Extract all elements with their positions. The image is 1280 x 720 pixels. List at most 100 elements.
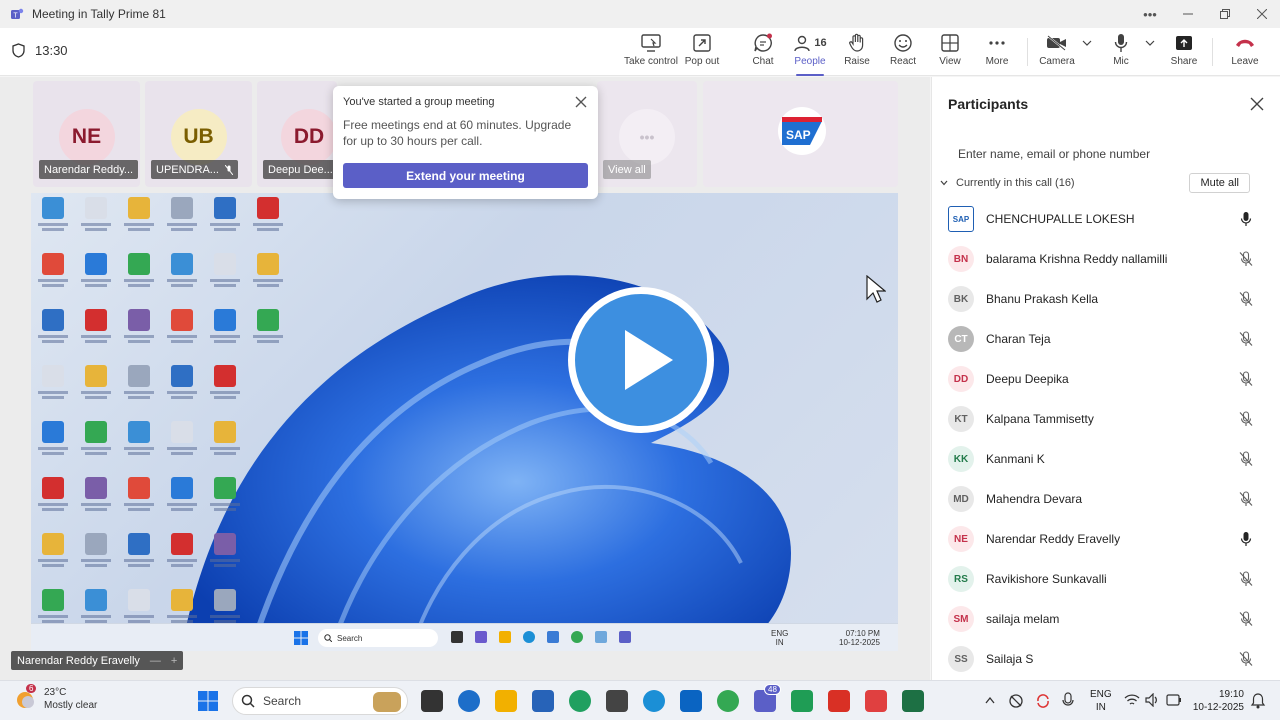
chevron-up-icon[interactable] bbox=[985, 697, 995, 704]
mic-off-icon[interactable] bbox=[1238, 371, 1254, 387]
windows-start-icon[interactable] bbox=[198, 691, 218, 711]
desktop-icon bbox=[162, 477, 202, 511]
mic-off-icon[interactable] bbox=[1238, 331, 1254, 347]
participant-row[interactable]: MD Mahendra Devara bbox=[948, 479, 1266, 519]
pdf-icon[interactable] bbox=[828, 690, 850, 712]
share-button[interactable]: Share bbox=[1170, 32, 1198, 72]
view-button[interactable]: View bbox=[937, 32, 963, 72]
view-all-tile[interactable]: ••• View all bbox=[597, 81, 697, 187]
desktop-icon bbox=[248, 309, 288, 343]
close-window-icon[interactable] bbox=[1244, 0, 1280, 28]
play-button[interactable] bbox=[568, 287, 714, 433]
mute-all-button[interactable]: Mute all bbox=[1189, 173, 1250, 193]
leave-button[interactable]: Leave bbox=[1230, 32, 1260, 72]
mic-off-icon[interactable] bbox=[1238, 411, 1254, 427]
participant-tile[interactable]: UB UPENDRA... bbox=[145, 81, 252, 187]
security-icon[interactable] bbox=[1008, 693, 1024, 709]
more-icon bbox=[989, 41, 1005, 45]
mic-on-icon[interactable] bbox=[1238, 211, 1254, 227]
file-explorer-icon[interactable] bbox=[495, 690, 517, 712]
desktop-icon bbox=[119, 477, 159, 511]
react-button[interactable]: React bbox=[889, 32, 917, 72]
hp-icon[interactable] bbox=[458, 690, 480, 712]
extend-meeting-button[interactable]: Extend your meeting bbox=[343, 163, 588, 188]
participant-search-input[interactable]: Enter name, email or phone number bbox=[958, 147, 1150, 161]
participant-name: Bhanu Prakash Kella bbox=[986, 292, 1099, 306]
taskbar-search[interactable]: Search bbox=[232, 687, 408, 715]
raise-hand-icon bbox=[849, 33, 864, 52]
edge-icon[interactable] bbox=[643, 690, 665, 712]
participant-name: Mahendra Devara bbox=[986, 492, 1083, 506]
take-control-button[interactable]: Take control bbox=[624, 32, 678, 72]
participant-row[interactable]: BN balarama Krishna Reddy nallamilli bbox=[948, 239, 1266, 279]
timer-text: 13:30 bbox=[35, 43, 68, 58]
sync-icon[interactable] bbox=[1035, 693, 1051, 709]
shared-clock: 07:10 PM 10-12-2025 bbox=[839, 629, 880, 647]
participant-row[interactable]: CT Charan Teja bbox=[948, 319, 1266, 359]
notifications-icon[interactable] bbox=[1250, 693, 1266, 709]
participant-row[interactable]: BK Bhanu Prakash Kella bbox=[948, 279, 1266, 319]
participant-row[interactable]: SS Sailaja S bbox=[948, 639, 1266, 679]
popup-title: You've started a group meeting bbox=[343, 96, 495, 108]
presenter-tile[interactable]: SAP bbox=[703, 81, 898, 187]
desktop-icon bbox=[205, 309, 245, 343]
chat-button[interactable]: Chat bbox=[749, 32, 777, 72]
app-icon[interactable] bbox=[569, 690, 591, 712]
participant-row[interactable]: SAP CHENCHUPALLE LOKESH bbox=[948, 199, 1266, 239]
people-button[interactable]: 16 People bbox=[792, 32, 828, 76]
excel-icon[interactable] bbox=[902, 690, 924, 712]
system-clock[interactable]: 19:10 10-12-2025 bbox=[1193, 688, 1244, 714]
close-icon[interactable] bbox=[574, 95, 588, 109]
active-speaker-name: Narendar Reddy Eravelly bbox=[17, 654, 140, 667]
store-icon[interactable] bbox=[532, 690, 554, 712]
mic-button[interactable]: Mic bbox=[1110, 32, 1132, 72]
mic-options-button[interactable] bbox=[1143, 32, 1157, 72]
app-icon[interactable] bbox=[865, 690, 887, 712]
minimize-icon[interactable]: — bbox=[150, 655, 161, 667]
desktop-icon bbox=[205, 477, 245, 511]
mic-off-icon[interactable] bbox=[1238, 571, 1254, 587]
minimize-icon[interactable] bbox=[1170, 0, 1206, 28]
restore-icon[interactable] bbox=[1207, 0, 1243, 28]
app-icon[interactable] bbox=[791, 690, 813, 712]
mic-off-icon[interactable] bbox=[1238, 291, 1254, 307]
volume-icon[interactable] bbox=[1145, 693, 1161, 707]
participant-row[interactable]: RS Ravikishore Sunkavalli bbox=[948, 559, 1266, 599]
app-icon[interactable] bbox=[606, 690, 628, 712]
plus-icon[interactable]: + bbox=[171, 655, 177, 667]
shared-screen[interactable]: Search ENG IN 07:10 PM 10-12-2025 bbox=[31, 193, 898, 651]
window-more-icon[interactable]: ••• bbox=[1132, 0, 1168, 28]
participant-tile[interactable]: DD Deepu Dee... bbox=[257, 81, 337, 187]
more-button[interactable]: More bbox=[982, 32, 1012, 72]
mic-on-icon[interactable] bbox=[1238, 531, 1254, 547]
weather-widget[interactable]: 6 23°C Mostly clear bbox=[14, 684, 97, 712]
teams-icon[interactable]: 48 bbox=[754, 684, 781, 712]
participant-row[interactable]: SM sailaja melam bbox=[948, 599, 1266, 639]
shared-lang-text: ENG bbox=[771, 629, 789, 638]
mic-off-icon[interactable] bbox=[1238, 651, 1254, 667]
participant-row[interactable]: KK Kanmani K bbox=[948, 439, 1266, 479]
participant-name: Deepu Deepika bbox=[986, 372, 1069, 386]
mic-off-icon[interactable] bbox=[1238, 251, 1254, 267]
mic-off-icon[interactable] bbox=[1238, 611, 1254, 627]
raise-hand-button[interactable]: Raise bbox=[844, 32, 870, 72]
microphone-icon[interactable] bbox=[1062, 692, 1074, 710]
share-label: Share bbox=[1170, 56, 1198, 67]
language-indicator[interactable]: ENG IN bbox=[1090, 688, 1112, 714]
task-view-icon[interactable] bbox=[421, 690, 443, 712]
mic-off-icon[interactable] bbox=[1238, 451, 1254, 467]
pop-out-button[interactable]: Pop out bbox=[684, 32, 720, 72]
wifi-icon[interactable] bbox=[1124, 693, 1140, 707]
close-icon[interactable] bbox=[1250, 97, 1264, 111]
participant-row[interactable]: NE Narendar Reddy Eravelly bbox=[948, 519, 1266, 559]
participant-row[interactable]: KT Kalpana Tammisetty bbox=[948, 399, 1266, 439]
camera-button[interactable]: Camera bbox=[1038, 32, 1076, 72]
in-call-section[interactable]: Currently in this call (16) bbox=[940, 177, 1075, 189]
participant-tile[interactable]: NE Narendar Reddy... bbox=[33, 81, 140, 187]
mic-off-icon[interactable] bbox=[1238, 491, 1254, 507]
camera-options-button[interactable] bbox=[1080, 32, 1094, 72]
outlook-icon[interactable] bbox=[680, 690, 702, 712]
battery-icon[interactable] bbox=[1166, 694, 1182, 706]
chrome-icon[interactable] bbox=[717, 690, 739, 712]
participant-row[interactable]: DD Deepu Deepika bbox=[948, 359, 1266, 399]
